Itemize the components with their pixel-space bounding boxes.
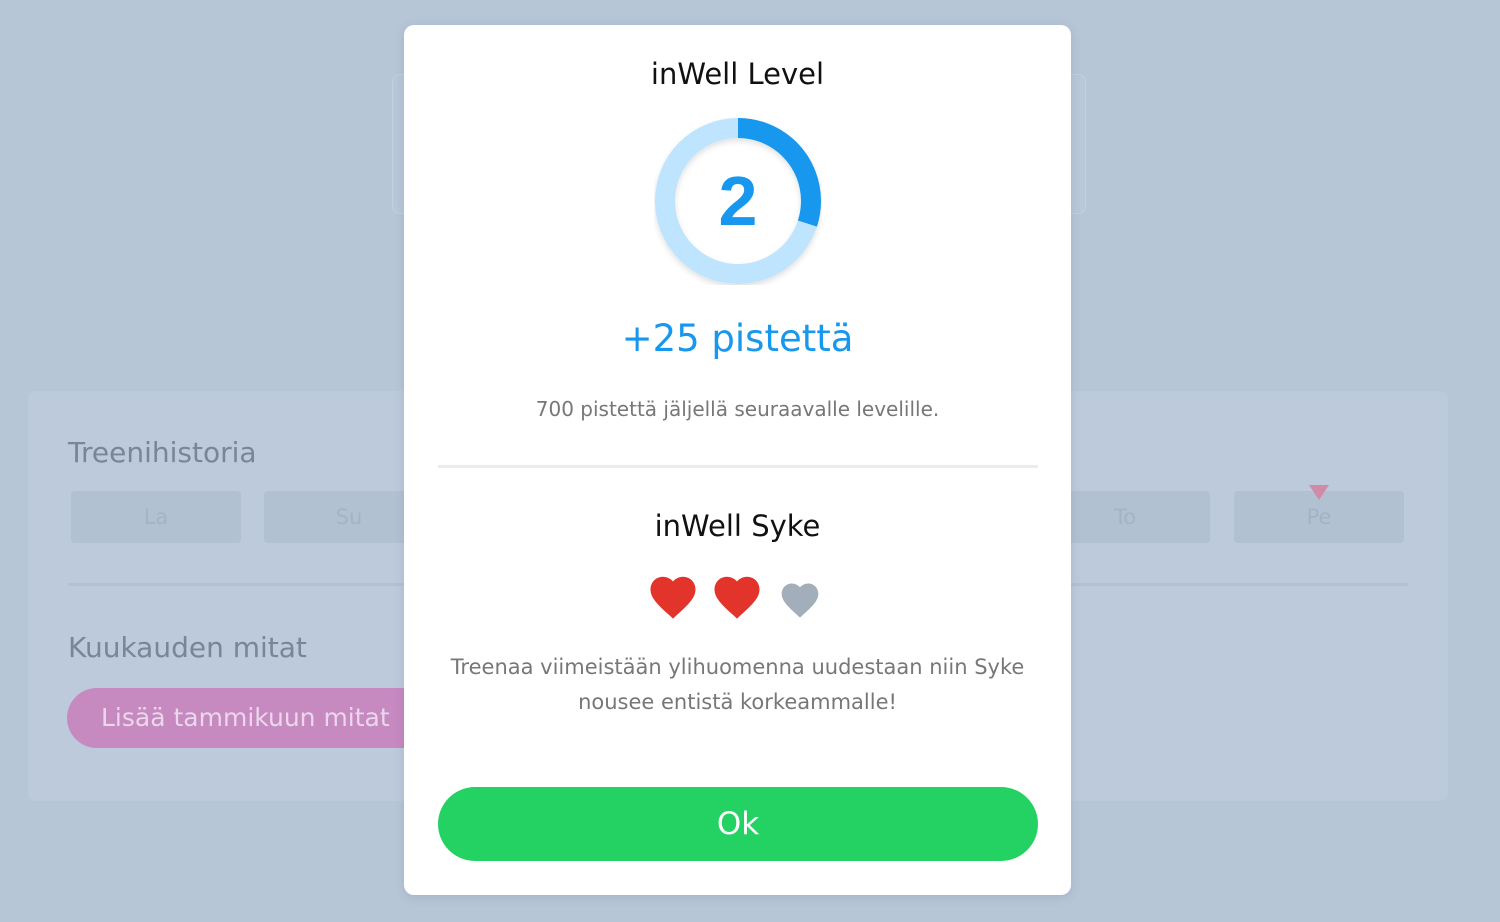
- ok-button[interactable]: Ok: [438, 787, 1038, 861]
- heart-icon: [646, 570, 700, 624]
- modal-divider: [438, 465, 1038, 468]
- level-progress-ring: 2: [654, 117, 822, 285]
- level-modal: inWell Level 2 +25 pistettä 700 pistettä…: [404, 25, 1071, 895]
- points-remaining-text: 700 pistettä jäljellä seuraavalle leveli…: [535, 397, 940, 421]
- points-earned: +25 pistettä: [621, 317, 854, 360]
- syke-message: Treenaa viimeistään ylihuomenna uudestaa…: [450, 655, 1025, 714]
- level-number: 2: [718, 162, 758, 240]
- heart-icon: [778, 578, 822, 622]
- day-tab-la[interactable]: La: [71, 491, 241, 543]
- today-marker-icon: [1309, 485, 1329, 500]
- monthly-measurements-heading: Kuukauden mitat: [68, 631, 307, 664]
- level-title: inWell Level: [650, 57, 825, 91]
- heart-icon: [710, 570, 764, 624]
- syke-hearts: [646, 570, 836, 624]
- training-history-heading: Treenihistoria: [68, 436, 257, 469]
- syke-title: inWell Syke: [654, 509, 821, 543]
